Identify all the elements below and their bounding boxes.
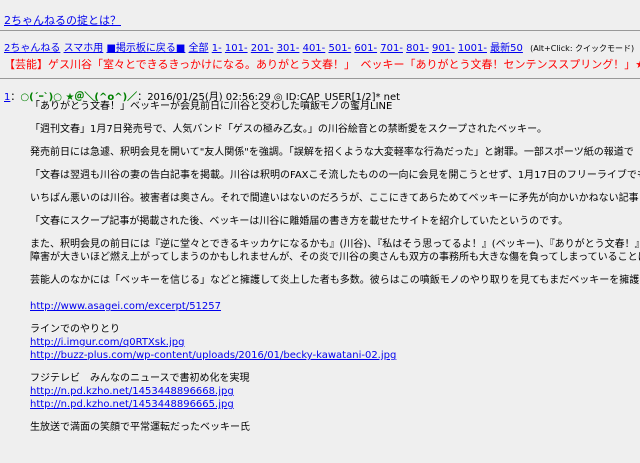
nav-range-301[interactable]: 301- bbox=[277, 43, 300, 54]
post-line: いちばん悪いのは川谷。被害者は奥さん。それで間違いはないのだろうが、ここにきてあ… bbox=[30, 193, 639, 204]
post-line: 「文春は翌週も川谷の妻の告白記事を掲載。川谷は釈明のFAXこそ流したものの一向に… bbox=[30, 170, 640, 181]
nav-all[interactable]: 全部 bbox=[189, 43, 209, 54]
nav-range-701[interactable]: 701- bbox=[380, 43, 403, 54]
post-line: 「ありがとう文春！」ベッキーが会見前日に川谷と交わした噴飯モノの蜜月LINE bbox=[30, 101, 393, 112]
nav-range-101[interactable]: 101- bbox=[225, 43, 248, 54]
thread-nav: 2ちゃんねる スマホ用 ■掲示板に戻る■ 全部 1- 101- 201- 301… bbox=[4, 39, 634, 54]
nav-2ch[interactable]: 2ちゃんねる bbox=[4, 43, 60, 54]
image-link[interactable]: http://buzz-plus.com/wp-content/uploads/… bbox=[30, 350, 396, 361]
about-rules-link[interactable]: 2ちゃんねるの掟とは？ bbox=[4, 12, 121, 28]
post-body: 「ありがとう文春！」ベッキーが会見前日に川谷と交わした噴飯モノの蜜月LINE 「… bbox=[30, 100, 640, 434]
nav-back-to-board[interactable]: ■掲示板に戻る■ bbox=[106, 43, 185, 54]
nav-range-1[interactable]: 1- bbox=[212, 43, 222, 54]
post-line: 生放送で満面の笑顔で平常運転だったベッキー氏 bbox=[30, 422, 250, 433]
nav-range-401[interactable]: 401- bbox=[303, 43, 326, 54]
post-line: また、釈明会見の前日には『逆に堂々とできるキッカケになるかも』(川谷)、『私はそ… bbox=[30, 239, 640, 250]
image-link[interactable]: http://n.pd.kzho.net/1453448896665.jpg bbox=[30, 399, 234, 410]
image-link[interactable]: http://n.pd.kzho.net/1453448896668.jpg bbox=[30, 386, 234, 397]
post-line: 芸能人のなかには「ベッキーを信じる」などと擁護して炎上した者も多数。彼らはこの噴… bbox=[30, 275, 640, 286]
nav-range-801[interactable]: 801- bbox=[406, 43, 429, 54]
post-line: 「週刊文春」1月7日発売号で、人気バンド「ゲスの極み乙女。」の川谷絵音との禁断愛… bbox=[30, 124, 548, 135]
post-line: 「文春にスクープ記事が掲載された後、ベッキーは川谷に離婚届の書き方を載せたサイト… bbox=[30, 216, 569, 227]
nav-range-601[interactable]: 601- bbox=[354, 43, 377, 54]
source-link[interactable]: http://www.asagei.com/excerpt/51257 bbox=[30, 301, 221, 312]
divider bbox=[0, 78, 640, 79]
nav-latest-50[interactable]: 最新50 bbox=[490, 43, 523, 54]
nav-range-1001[interactable]: 1001- bbox=[458, 43, 487, 54]
nav-range-501[interactable]: 501- bbox=[328, 43, 351, 54]
nav-range-201[interactable]: 201- bbox=[251, 43, 274, 54]
image-link[interactable]: http://i.imgur.com/q0RTXsk.jpg bbox=[30, 337, 184, 348]
nav-range-901[interactable]: 901- bbox=[432, 43, 455, 54]
quick-mode-hint: (Alt+Click: クイックモード) bbox=[530, 44, 635, 53]
thread-title: 【芸能】ゲス川谷「室々とできるきっかけになる。ありがとう文春！」 ベッキー「あり… bbox=[4, 58, 640, 71]
divider bbox=[0, 30, 640, 31]
fuji-label: フジテレビ みんなのニュースで書初め化を実現 bbox=[30, 373, 250, 384]
line-label: ラインでのやりとり bbox=[30, 324, 120, 335]
post-line: 発売前日には急遽、釈明会見を開いて"友人関係"を強調。「誤解を招くような大変軽率… bbox=[30, 147, 634, 158]
nav-smartphone[interactable]: スマホ用 bbox=[64, 43, 104, 54]
post-line: 障害が大きいほど燃え上がってしまうのかもしれませんが、その炎で川谷の奥さんも双方… bbox=[30, 252, 640, 263]
